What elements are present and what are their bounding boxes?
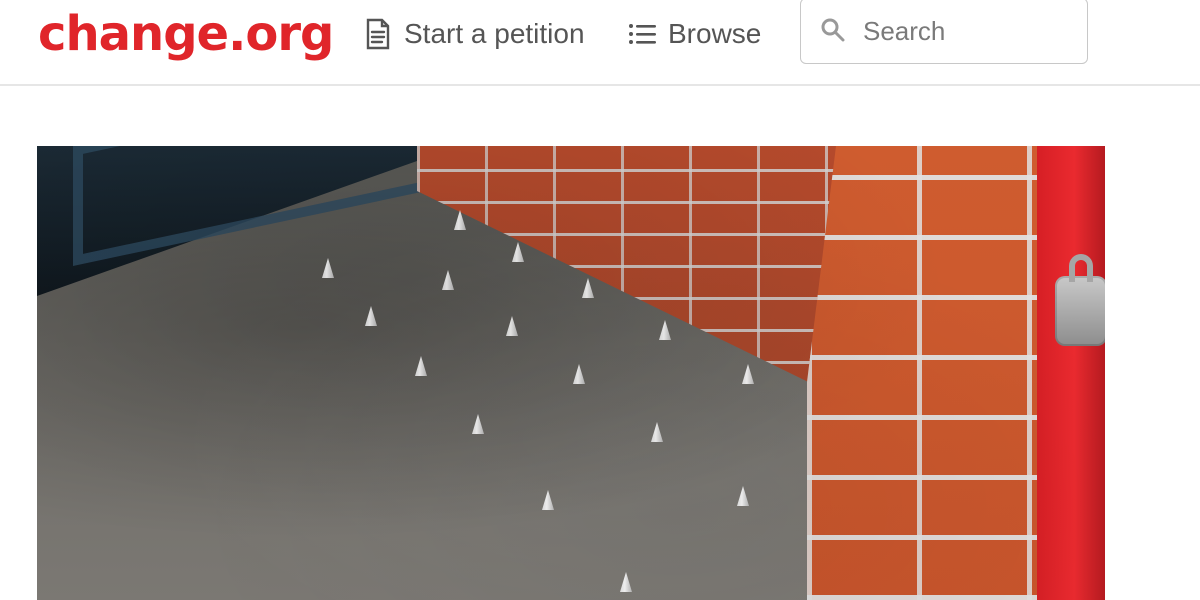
site-logo[interactable]: change.org	[38, 4, 334, 64]
search-input[interactable]	[861, 9, 1075, 53]
search-box[interactable]	[800, 0, 1088, 64]
start-petition-link[interactable]: Start a petition	[362, 10, 585, 58]
padlock-icon	[1055, 254, 1105, 346]
list-icon	[629, 24, 656, 44]
petition-hero-image	[37, 146, 1105, 600]
browse-link[interactable]: Browse	[628, 10, 761, 58]
document-icon	[366, 18, 390, 50]
start-petition-label: Start a petition	[404, 18, 585, 49]
red-post	[1037, 146, 1105, 600]
search-icon	[821, 18, 845, 42]
top-navigation-bar: change.org Start a petition Browse	[0, 0, 1200, 86]
browse-label: Browse	[668, 18, 762, 49]
